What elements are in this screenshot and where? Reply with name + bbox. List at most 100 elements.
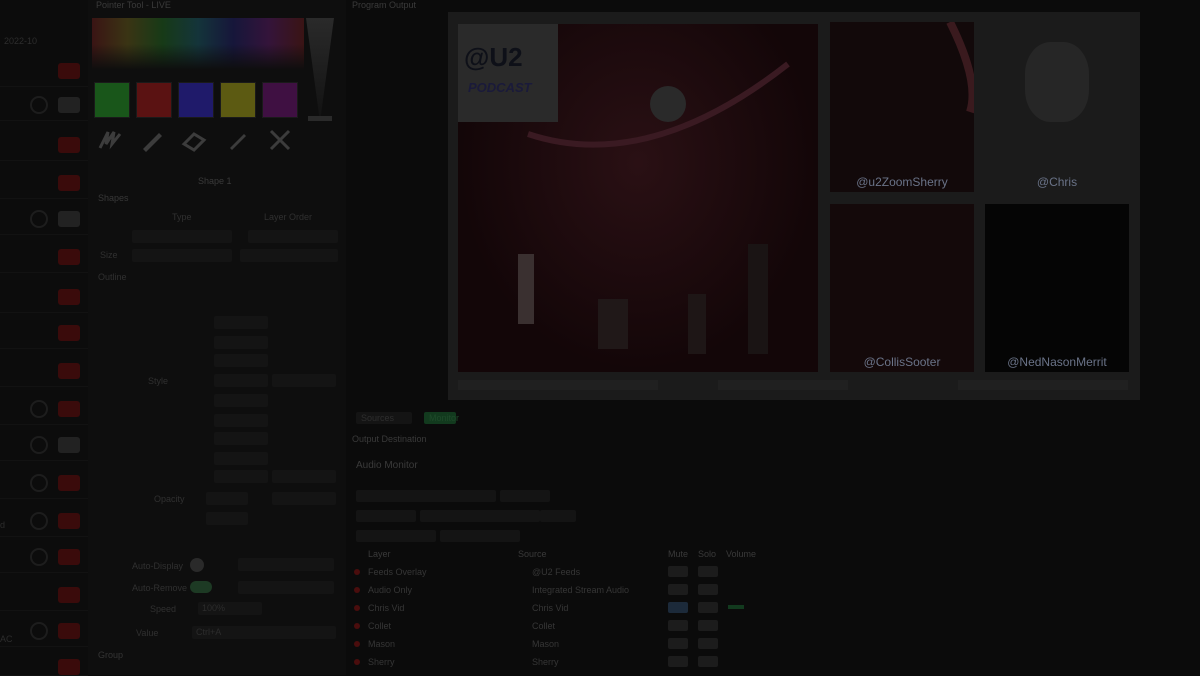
monitor-option[interactable] <box>500 490 550 502</box>
outline-field[interactable] <box>214 354 268 367</box>
opacity-field[interactable] <box>206 492 248 505</box>
live-badge[interactable] <box>58 549 80 565</box>
live-badge[interactable] <box>58 401 80 417</box>
rail-item[interactable] <box>0 130 88 161</box>
rail-item[interactable] <box>0 652 88 676</box>
close-icon[interactable] <box>266 126 294 154</box>
live-badge[interactable] <box>58 97 80 113</box>
rail-item[interactable] <box>0 318 88 349</box>
live-badge[interactable] <box>58 211 80 227</box>
outline-field[interactable] <box>214 394 268 407</box>
pencil-icon[interactable] <box>138 126 166 154</box>
mute-button[interactable] <box>668 638 688 649</box>
live-badge[interactable] <box>58 289 80 305</box>
outline-field[interactable] <box>214 414 268 427</box>
swatch-green[interactable] <box>94 82 130 118</box>
slider-handle[interactable] <box>308 116 332 121</box>
value-field[interactable]: Ctrl+A <box>192 626 336 639</box>
solo-button[interactable] <box>698 656 718 667</box>
rail-item[interactable] <box>0 616 88 647</box>
live-badge[interactable] <box>58 659 80 675</box>
program-canvas[interactable]: @U2 PODCAST @u2ZoomSherry @Chris @Collis… <box>448 12 1140 400</box>
monitor-option[interactable] <box>356 530 436 542</box>
guest-tile[interactable]: @CollisSooter <box>830 204 974 372</box>
guest-tile[interactable]: @NedNasonMerrit <box>985 204 1129 372</box>
swatch-yellow[interactable] <box>220 82 256 118</box>
rail-item[interactable] <box>0 168 88 199</box>
rail-item[interactable] <box>0 90 88 121</box>
solo-button[interactable] <box>698 566 718 577</box>
monitor-device-select[interactable] <box>356 490 496 502</box>
outline-field[interactable] <box>214 374 268 387</box>
order-field[interactable] <box>248 230 338 243</box>
auto-remove-toggle[interactable] <box>190 581 212 593</box>
solo-button[interactable] <box>698 602 718 613</box>
swatch-red[interactable] <box>136 82 172 118</box>
color-spectrum[interactable] <box>92 18 304 70</box>
outline-field[interactable] <box>214 336 268 349</box>
live-badge[interactable] <box>58 249 80 265</box>
outline-field[interactable] <box>214 470 268 483</box>
rail-item[interactable] <box>0 282 88 313</box>
brush-size-slider[interactable] <box>306 18 334 122</box>
eraser-icon[interactable] <box>180 126 208 154</box>
type-field[interactable] <box>132 230 232 243</box>
outline-field[interactable] <box>272 374 336 387</box>
solo-button[interactable] <box>698 584 718 595</box>
mute-button[interactable] <box>668 566 688 577</box>
pen-icon[interactable] <box>224 126 252 154</box>
monitor-option[interactable] <box>440 530 520 542</box>
mixer-row[interactable]: Audio Only Integrated Stream Audio <box>348 582 768 600</box>
live-badge[interactable] <box>58 437 80 453</box>
outline-field[interactable] <box>214 432 268 445</box>
live-badge[interactable] <box>58 363 80 379</box>
rail-item[interactable] <box>0 242 88 273</box>
rail-item[interactable] <box>0 204 88 235</box>
swatch-purple[interactable] <box>262 82 298 118</box>
monitor-option[interactable] <box>540 510 576 522</box>
live-badge[interactable] <box>58 587 80 603</box>
mute-button[interactable] <box>668 620 688 631</box>
rail-item[interactable] <box>0 356 88 387</box>
mute-button[interactable] <box>668 602 688 613</box>
mixer-row[interactable]: Mason Mason <box>348 636 768 654</box>
solo-button[interactable] <box>698 620 718 631</box>
mute-button[interactable] <box>668 584 688 595</box>
live-badge[interactable] <box>58 63 80 79</box>
auto-remove-field[interactable] <box>238 581 334 594</box>
auto-display-field[interactable] <box>238 558 334 571</box>
rail-item[interactable] <box>0 542 88 573</box>
scribble-icon[interactable] <box>96 126 124 154</box>
mixer-row[interactable]: Chris Vid Chris Vid <box>348 600 768 618</box>
auto-display-toggle[interactable] <box>190 558 204 572</box>
live-badge[interactable] <box>58 175 80 191</box>
monitor-option[interactable] <box>356 510 416 522</box>
outline-field[interactable] <box>214 316 268 329</box>
outline-field[interactable] <box>272 470 336 483</box>
rail-item[interactable] <box>0 506 88 537</box>
rail-item[interactable] <box>0 56 88 87</box>
speed-field[interactable]: 100% <box>198 602 262 615</box>
rail-item[interactable] <box>0 430 88 461</box>
solo-button[interactable] <box>698 638 718 649</box>
live-badge[interactable] <box>58 513 80 529</box>
guest-tile[interactable]: @u2ZoomSherry <box>830 22 974 192</box>
tab-monitor[interactable]: Monitor <box>424 412 459 424</box>
rail-item[interactable] <box>0 394 88 425</box>
live-badge[interactable] <box>58 623 80 639</box>
live-badge[interactable] <box>58 137 80 153</box>
mixer-row[interactable]: Collet Collet <box>348 618 768 636</box>
opacity-field-3[interactable] <box>206 512 248 525</box>
outline-field[interactable] <box>214 452 268 465</box>
mixer-row[interactable]: Feeds Overlay @U2 Feeds <box>348 564 768 582</box>
guest-tile[interactable]: @Chris <box>985 22 1129 192</box>
live-badge[interactable] <box>58 325 80 341</box>
mute-button[interactable] <box>668 656 688 667</box>
swatch-blue[interactable] <box>178 82 214 118</box>
mixer-row[interactable]: Sherry Sherry <box>348 654 768 672</box>
live-badge[interactable] <box>58 475 80 491</box>
monitor-option[interactable] <box>420 510 540 522</box>
rail-item[interactable] <box>0 468 88 499</box>
opacity-field-2[interactable] <box>272 492 336 505</box>
tab-sources[interactable]: Sources <box>356 412 412 424</box>
